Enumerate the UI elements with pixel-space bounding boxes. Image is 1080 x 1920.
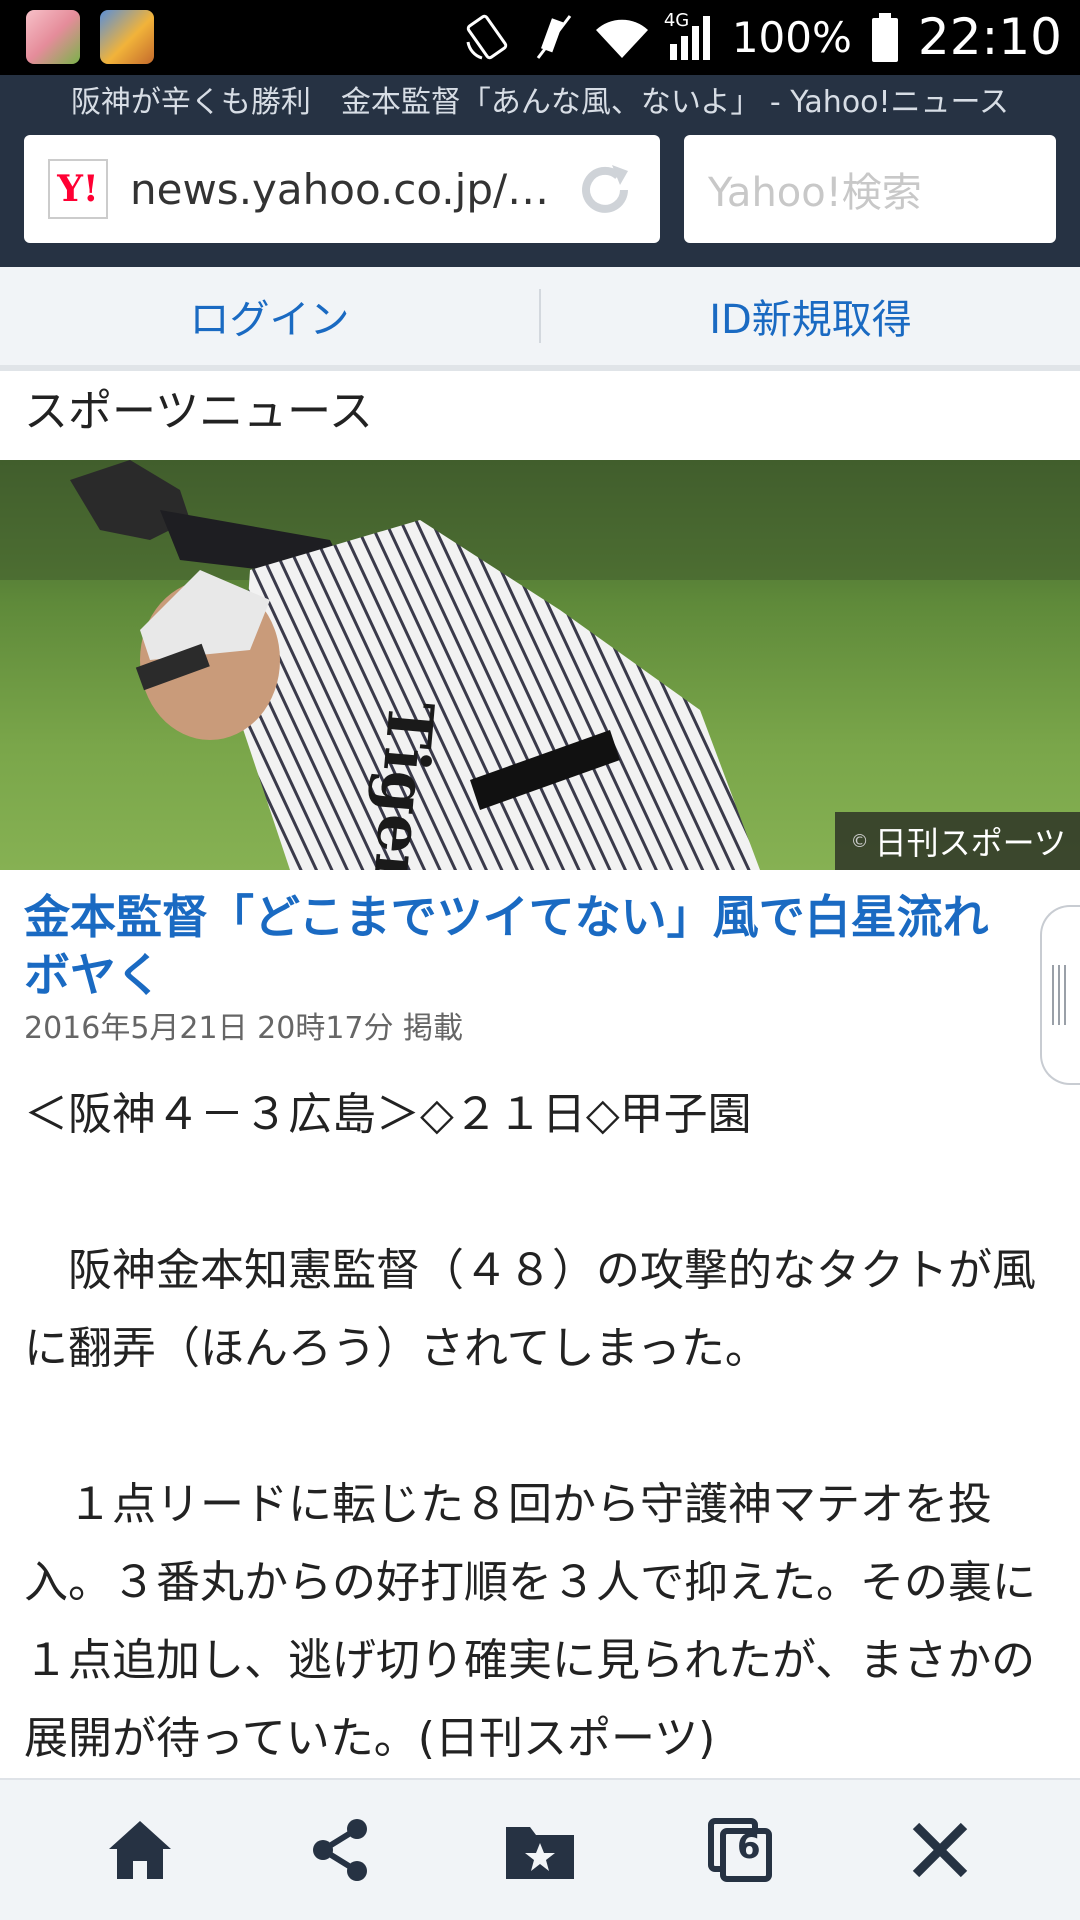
grip-icon bbox=[1052, 965, 1070, 1025]
signup-link[interactable]: ID新規取得 bbox=[541, 267, 1080, 365]
game-app-icon bbox=[100, 10, 154, 64]
wifi-icon bbox=[594, 16, 650, 60]
clock: 22:10 bbox=[917, 8, 1062, 66]
status-bar: 4G 100% 22:10 bbox=[0, 0, 1080, 75]
bookmark-icon bbox=[506, 1827, 574, 1879]
page-title: 阪神が辛くも勝利 金本監督「あんな風、ないよ」 - Yahoo!ニュース bbox=[70, 85, 1010, 120]
yahoo-favicon: Y! bbox=[48, 159, 108, 219]
tab-count: 6 bbox=[737, 1827, 761, 1867]
section-title: スポーツニュース bbox=[24, 386, 373, 437]
address-bar[interactable]: Y! news.yahoo.co.jp/… bbox=[24, 135, 660, 243]
reload-icon[interactable] bbox=[572, 157, 638, 223]
tabs-button[interactable]: 6 bbox=[685, 1795, 795, 1905]
bookmark-button[interactable] bbox=[485, 1795, 595, 1905]
search-placeholder: Yahoo!検索 bbox=[708, 170, 922, 216]
share-icon bbox=[313, 1819, 367, 1881]
battery-percent: 100% bbox=[731, 13, 852, 62]
signal-icon: 4G bbox=[664, 10, 714, 62]
close-icon bbox=[912, 1822, 968, 1878]
home-icon bbox=[109, 1821, 171, 1879]
close-button[interactable] bbox=[885, 1795, 995, 1905]
article-body: ＜阪神４－３広島＞◇２１日◇甲子園 阪神金本知憲監督（４８）の攻撃的なタクトが風… bbox=[24, 1076, 1056, 1778]
rotate-icon bbox=[462, 12, 514, 64]
side-panel-handle[interactable] bbox=[1040, 905, 1080, 1085]
article-paragraph: 阪神金本知憲監督（４８）の攻撃的なタクトが風に翻弄（ほんろう）されてしまった。 bbox=[24, 1245, 1036, 1374]
battery-icon bbox=[870, 12, 900, 63]
status-icons: 4G 100% 22:10 bbox=[462, 0, 1062, 75]
article-date: 2016年5月21日 20時17分 掲載 bbox=[24, 1011, 464, 1046]
copyright-mark: © bbox=[850, 830, 869, 852]
account-bar: ログイン ID新規取得 bbox=[0, 267, 1080, 371]
photo-credit: © 日刊スポーツ bbox=[834, 812, 1080, 870]
browser-toolbar: 阪神が辛くも勝利 金本監督「あんな風、ないよ」 - Yahoo!ニュース Y! … bbox=[0, 75, 1080, 267]
bottom-toolbar: 6 bbox=[0, 1778, 1080, 1920]
article-photo[interactable]: Tigers © 日刊スポーツ bbox=[0, 460, 1080, 870]
article-paragraph: ＜阪神４－３広島＞◇２１日◇甲子園 bbox=[24, 1089, 752, 1140]
url-text[interactable]: news.yahoo.co.jp/… bbox=[130, 165, 550, 214]
credit-text: 日刊スポーツ bbox=[874, 824, 1066, 862]
line-app-icon bbox=[26, 10, 80, 64]
mute-icon bbox=[532, 12, 576, 64]
article-headline[interactable]: 金本監督「どこまでツイてない」風で白星流れボヤく bbox=[24, 888, 1034, 1004]
login-link[interactable]: ログイン bbox=[0, 267, 539, 365]
home-button[interactable] bbox=[85, 1795, 195, 1905]
share-button[interactable] bbox=[285, 1795, 395, 1905]
search-input[interactable]: Yahoo!検索 bbox=[684, 135, 1056, 243]
article-paragraph: １点リードに転じた８回から守護神マテオを投入。３番丸からの好打順を３人で抑えた。… bbox=[24, 1479, 1036, 1764]
